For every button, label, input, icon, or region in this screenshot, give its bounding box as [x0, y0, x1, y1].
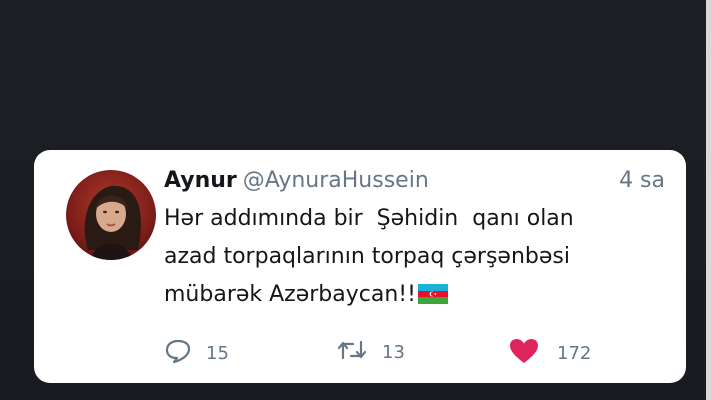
tweet-timestamp[interactable]: 4 sa — [619, 168, 665, 193]
tweet-actions: 15 13 172 — [164, 338, 674, 368]
reply-button[interactable]: 15 — [164, 338, 229, 368]
flag-azerbaijan-icon — [417, 279, 448, 317]
tweet-text: Hər addımında bir Şəhidin qanı olan azad… — [164, 200, 674, 317]
like-count: 172 — [557, 342, 592, 364]
author-name[interactable]: Aynur — [164, 168, 237, 193]
author-handle[interactable]: @AynuraHussein — [243, 168, 429, 193]
tweet-card[interactable]: Aynur @AynuraHussein 4 sa Hər addımında b… — [34, 150, 686, 383]
like-button[interactable]: 172 — [509, 338, 591, 368]
screen-edge — [706, 0, 711, 400]
retweet-button[interactable]: 13 — [336, 338, 405, 366]
tweet-text-line: Hər addımında bir Şəhidin qanı olan — [164, 206, 574, 231]
retweet-icon — [336, 338, 368, 366]
tweet-text-line: mübarək Azərbaycan!! — [164, 282, 416, 307]
retweet-count: 13 — [382, 341, 405, 363]
tweet-text-line: azad torpaqlarının torpaq çərşənbəsi — [164, 244, 570, 269]
reply-count: 15 — [206, 342, 229, 364]
reply-icon — [164, 338, 192, 368]
heart-icon — [509, 338, 539, 368]
avatar[interactable] — [66, 170, 156, 260]
tweet-header: Aynur @AynuraHussein 4 sa — [164, 168, 669, 200]
